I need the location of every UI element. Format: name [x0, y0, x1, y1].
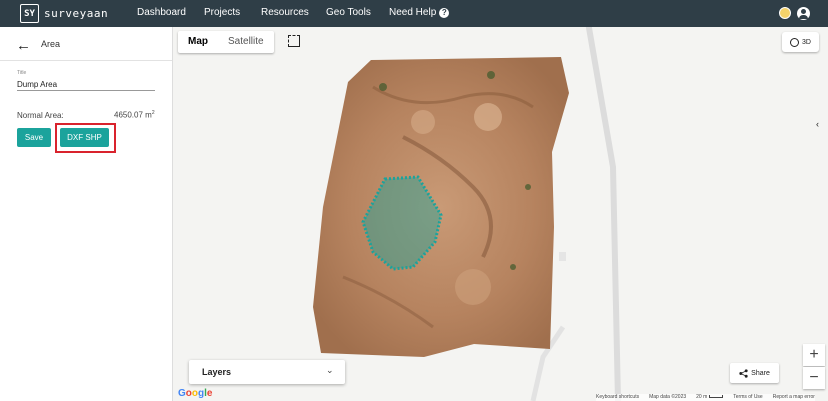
user-avatar-icon[interactable]: [797, 7, 810, 20]
3d-cube-icon: [790, 37, 800, 47]
area-number: 4650.07 m: [114, 110, 152, 120]
logo-mark: SY: [20, 4, 39, 23]
map-marker: [559, 252, 566, 261]
area-unit-exponent: 2: [151, 110, 155, 116]
map-data-credit: Map data ©2023: [649, 394, 687, 400]
vegetation: [487, 71, 495, 79]
nav-need-help-label: Need Help: [389, 7, 437, 18]
save-button[interactable]: Save: [17, 128, 51, 147]
google-logo: Google: [178, 388, 212, 399]
terrain-patch: [474, 103, 502, 131]
keyboard-shortcuts-link[interactable]: Keyboard shortcuts: [596, 394, 639, 401]
map-type-map[interactable]: Map: [178, 31, 218, 53]
3d-label: 3D: [802, 38, 811, 46]
map-scale[interactable]: 20 m: [696, 394, 724, 401]
nav-projects[interactable]: Projects: [204, 7, 240, 18]
vegetation: [510, 264, 516, 270]
scale-bar: [709, 395, 724, 398]
layers-dropdown[interactable]: Layers ⌄: [189, 360, 345, 384]
terms-link[interactable]: Terms of Use: [733, 394, 762, 401]
share-label: Share: [751, 369, 770, 377]
terrain-patch: [455, 269, 491, 305]
nav-resources[interactable]: Resources: [261, 7, 309, 18]
share-button[interactable]: Share: [730, 363, 779, 383]
layers-label: Layers: [202, 367, 232, 377]
title-input[interactable]: [17, 78, 155, 91]
map-attribution: Keyboard shortcuts Map data ©2023 20 m T…: [596, 394, 815, 401]
scale-label: 20 m: [696, 394, 708, 400]
map-type-satellite[interactable]: Satellite: [218, 31, 274, 53]
map-type-control: Map Satellite: [178, 31, 274, 53]
nav-dashboard[interactable]: Dashboard: [137, 7, 186, 18]
collapse-panel-icon[interactable]: ‹: [816, 119, 819, 129]
panel-title: Area: [41, 39, 61, 49]
3d-view-button[interactable]: 3D: [782, 32, 819, 52]
zoom-out-button[interactable]: −: [803, 367, 825, 389]
nav-need-help[interactable]: Need Help?: [389, 7, 450, 18]
share-icon: [739, 368, 748, 378]
area-value: 4650.07 m2: [114, 110, 155, 120]
dxf-shp-button[interactable]: DXF SHP: [60, 128, 109, 147]
back-arrow-icon[interactable]: ←: [16, 37, 31, 54]
help-icon: ?: [439, 8, 450, 18]
notification-icon[interactable]: [779, 7, 791, 19]
panel-divider: [0, 60, 172, 61]
chevron-down-icon: ⌄: [326, 365, 334, 375]
draw-area-icon[interactable]: [288, 35, 300, 47]
google-letter: e: [206, 388, 213, 399]
map-imagery: [313, 27, 621, 401]
area-label: Normal Area:: [17, 111, 64, 120]
map-canvas[interactable]: Map Satellite 3D ‹ Layers ⌄ Share + − Go…: [173, 27, 828, 401]
terrain-patch: [411, 110, 435, 134]
top-navbar: SY surveyaan Dashboard Projects Resource…: [0, 0, 828, 27]
zoom-in-button[interactable]: +: [803, 344, 825, 366]
google-letter: G: [178, 388, 186, 399]
title-field-label: Title: [17, 70, 27, 76]
road-line: [585, 27, 621, 401]
logo-text: surveyaan: [44, 7, 109, 20]
report-error-link[interactable]: Report a map error: [773, 394, 815, 401]
area-panel: ← Area Title Normal Area: 4650.07 m2 Sav…: [0, 27, 173, 401]
nav-geo-tools[interactable]: Geo Tools: [326, 7, 371, 18]
app-logo[interactable]: SY surveyaan: [20, 4, 108, 23]
vegetation: [379, 83, 387, 91]
vegetation: [525, 184, 531, 190]
